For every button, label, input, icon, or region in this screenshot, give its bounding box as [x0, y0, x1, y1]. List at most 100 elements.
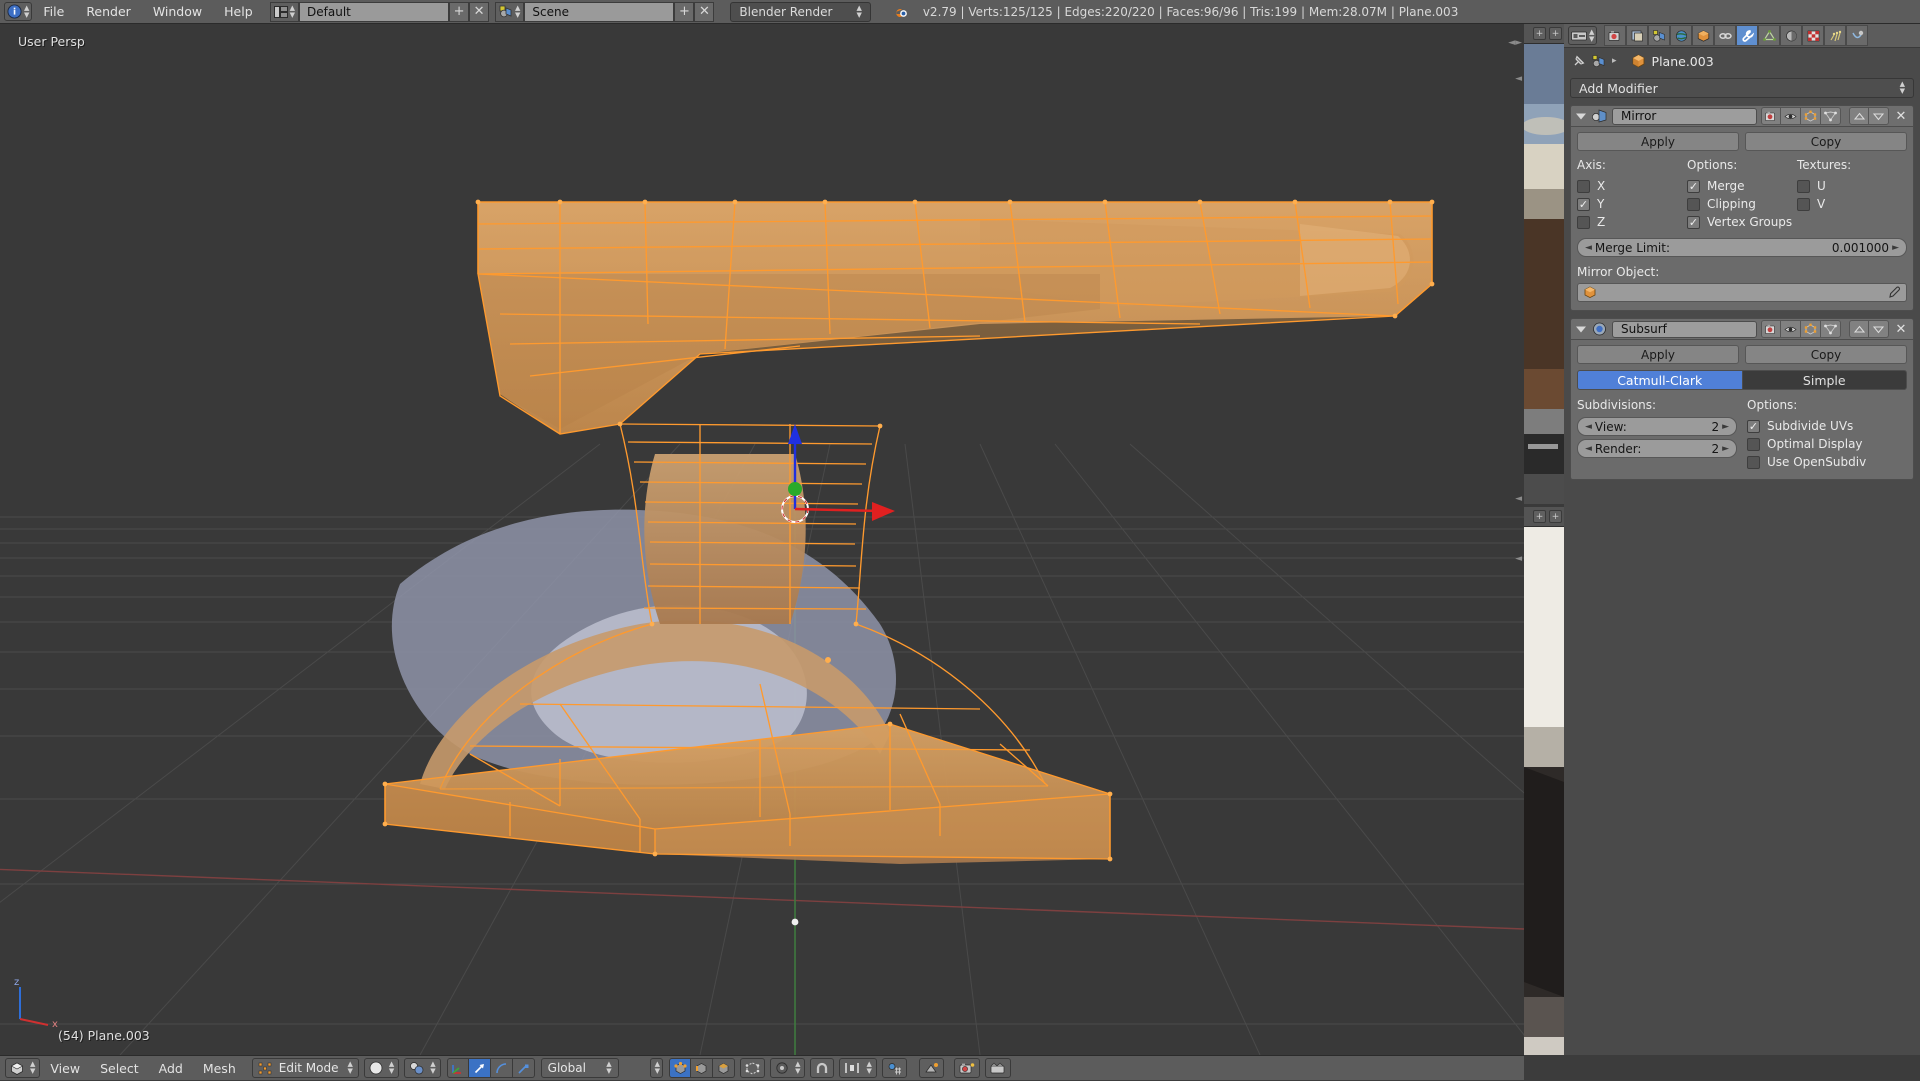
move-modifier-up-button[interactable]	[1849, 320, 1869, 338]
subsurf-modifier-name[interactable]: Subsurf	[1612, 320, 1757, 338]
scale-manipulator-icon[interactable]	[512, 1058, 535, 1078]
mirror-vertex-groups-checkbox[interactable]	[1687, 215, 1700, 229]
translate-manipulator-icon[interactable]	[468, 1058, 491, 1078]
on-cage-display-icon[interactable]	[1821, 320, 1841, 338]
render-engine-dropdown[interactable]: Blender Render ▲ ▼	[730, 1, 871, 22]
mirror-axis-x-row[interactable]: X	[1577, 177, 1687, 195]
add-layout-button[interactable]: +	[449, 1, 470, 22]
mirror-merge-checkbox[interactable]	[1687, 179, 1700, 193]
edit-mode-display-icon[interactable]	[1801, 320, 1821, 338]
delete-subsurf-modifier-button[interactable]: ✕	[1893, 322, 1909, 337]
viewport-shading-dropdown[interactable]: ▲ ▼	[363, 1058, 400, 1078]
viewport-panel-arrow-low[interactable]: ◄	[1515, 554, 1522, 564]
on-cage-display-icon[interactable]	[1821, 107, 1841, 125]
mirror-modifier-header[interactable]: Mirror ✕	[1570, 105, 1914, 127]
add-scene-button[interactable]: +	[674, 1, 695, 22]
use-opensubdiv-checkbox[interactable]	[1747, 455, 1760, 469]
subsurf-apply-button[interactable]: Apply	[1577, 345, 1739, 364]
physics-tab[interactable]	[1846, 25, 1869, 46]
eyedropper-icon[interactable]	[1888, 286, 1901, 299]
subdivisions-view-field[interactable]: ◄ View: 2 ►	[1577, 417, 1737, 436]
collapse-triangle-icon[interactable]	[1575, 324, 1587, 334]
object-tab[interactable]	[1692, 25, 1715, 46]
mirror-texture-v-checkbox[interactable]	[1797, 197, 1810, 211]
edit-mode-display-icon[interactable]	[1801, 107, 1821, 125]
move-modifier-up-button[interactable]	[1849, 107, 1869, 125]
transform-orientation-dropdown[interactable]: Global ▲ ▼	[540, 1058, 619, 1078]
menu-window[interactable]: Window	[142, 0, 213, 24]
modifiers-tab[interactable]	[1736, 25, 1759, 46]
mirror-apply-button[interactable]: Apply	[1577, 132, 1739, 151]
move-modifier-down-button[interactable]	[1869, 107, 1889, 125]
auto-keyframe-icon[interactable]	[918, 1058, 944, 1078]
collapse-triangle-icon[interactable]	[1575, 111, 1587, 121]
catmull-clark-button[interactable]: Catmull-Clark	[1577, 370, 1743, 390]
mirror-merge-row[interactable]: Merge	[1687, 177, 1797, 195]
snap-magnet-icon[interactable]	[810, 1058, 835, 1078]
constraints-tab[interactable]	[1714, 25, 1737, 46]
scene-tab[interactable]	[1648, 25, 1671, 46]
mirror-vertex-groups-row[interactable]: Vertex Groups	[1687, 213, 1797, 231]
edge-select-icon[interactable]	[691, 1058, 714, 1078]
render-tab[interactable]	[1604, 25, 1627, 46]
render-increment[interactable]: ►	[1722, 444, 1729, 454]
data-tab[interactable]	[1758, 25, 1781, 46]
render-visibility-icon[interactable]	[1761, 320, 1781, 338]
view-decrement[interactable]: ◄	[1585, 422, 1592, 432]
image-new-button-top[interactable]: +	[1549, 27, 1562, 40]
occlude-geometry-icon[interactable]	[740, 1058, 766, 1078]
face-select-icon[interactable]	[713, 1058, 736, 1078]
viewport-visibility-icon[interactable]	[1781, 320, 1801, 338]
mirror-copy-button[interactable]: Copy	[1745, 132, 1907, 151]
3d-viewport[interactable]: User Persp (54) Plane.003 z x ◄► ◄ ◄ ◄	[0, 24, 1524, 1055]
viewport-panel-arrow-mid[interactable]: ◄	[1515, 494, 1522, 504]
mirror-clipping-checkbox[interactable]	[1687, 197, 1700, 211]
mirror-texture-v-row[interactable]: V	[1797, 195, 1907, 213]
screen-layout-icon[interactable]: ▲ ▼	[269, 1, 300, 22]
properties-editor[interactable]: ▲ ▼ ▸ Plane.003 Add Modifier ▲ ▼ Mirror …	[1564, 24, 1920, 1055]
pivot-point-dropdown[interactable]: ▲ ▼	[404, 1058, 441, 1078]
merge-limit-field[interactable]: ◄ Merge Limit: 0.001000 ►	[1577, 238, 1907, 257]
layer-visibility-icon[interactable]: ▲ ▼	[649, 1058, 664, 1078]
image-add-button-top[interactable]: +	[1533, 27, 1546, 40]
delete-mirror-modifier-button[interactable]: ✕	[1893, 109, 1909, 124]
mirror-axis-z-checkbox[interactable]	[1577, 215, 1590, 229]
optimal-display-checkbox[interactable]	[1747, 437, 1760, 451]
subdivide-uvs-row[interactable]: Subdivide UVs	[1747, 417, 1907, 435]
world-tab[interactable]	[1670, 25, 1693, 46]
merge-limit-decrement[interactable]: ◄	[1585, 243, 1592, 253]
mirror-axis-y-checkbox[interactable]	[1577, 197, 1590, 211]
subsurf-copy-button[interactable]: Copy	[1745, 345, 1907, 364]
subdivide-uvs-checkbox[interactable]	[1747, 419, 1760, 433]
menu-help[interactable]: Help	[213, 0, 264, 24]
render-animation-icon[interactable]	[984, 1058, 1011, 1078]
delete-layout-button[interactable]: ✕	[469, 1, 490, 22]
render-image-icon[interactable]	[953, 1058, 980, 1078]
manipulator-toggle-icon[interactable]	[446, 1058, 469, 1078]
optimal-display-row[interactable]: Optimal Display	[1747, 435, 1907, 453]
proportional-edit-dropdown[interactable]: ▲ ▼	[770, 1058, 806, 1078]
snap-target-icon[interactable]	[881, 1058, 907, 1078]
viewport-visibility-icon[interactable]	[1781, 107, 1801, 125]
menu-file[interactable]: File	[32, 0, 75, 24]
merge-limit-increment[interactable]: ►	[1892, 243, 1899, 253]
mirror-axis-z-row[interactable]: Z	[1577, 213, 1687, 231]
image-add-button-bottom[interactable]: +	[1533, 510, 1546, 523]
simple-button[interactable]: Simple	[1742, 370, 1907, 390]
header-menu-mesh[interactable]: Mesh	[193, 1056, 246, 1081]
snap-element-dropdown[interactable]: ▲ ▼	[839, 1058, 877, 1078]
texture-tab[interactable]	[1802, 25, 1825, 46]
render-visibility-icon[interactable]	[1761, 107, 1781, 125]
mirror-texture-u-row[interactable]: U	[1797, 177, 1907, 195]
interaction-mode-dropdown[interactable]: Edit Mode ▲ ▼	[251, 1058, 359, 1078]
subdivisions-render-field[interactable]: ◄ Render: 2 ►	[1577, 439, 1737, 458]
properties-editor-switcher[interactable]: ▲ ▼	[1568, 26, 1598, 45]
viewport-scroll-up-arrow[interactable]: ◄►	[1508, 38, 1522, 48]
image-editor-strip[interactable]: + + + +	[1524, 24, 1564, 1055]
delete-scene-button[interactable]: ✕	[694, 1, 715, 22]
header-menu-view[interactable]: View	[40, 1056, 90, 1081]
move-modifier-down-button[interactable]	[1869, 320, 1889, 338]
view-increment[interactable]: ►	[1722, 422, 1729, 432]
mirror-modifier-name[interactable]: Mirror	[1612, 107, 1757, 125]
subsurf-modifier-header[interactable]: Subsurf ✕	[1570, 318, 1914, 340]
